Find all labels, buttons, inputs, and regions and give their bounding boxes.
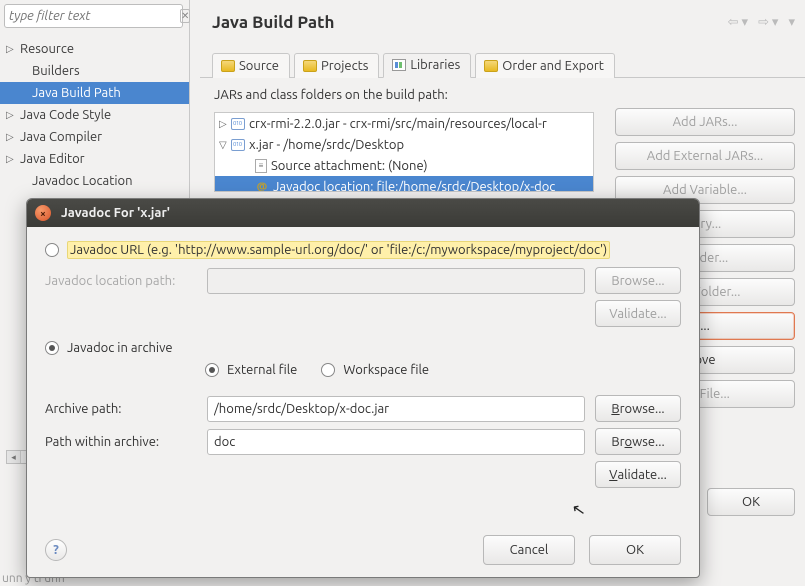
add-external-jars-button[interactable]: Add External JARs...	[615, 142, 795, 170]
close-icon[interactable]: ×	[35, 205, 51, 221]
libraries-subhead: JARs and class folders on the build path…	[200, 78, 805, 108]
lib-row-source-attachment[interactable]: ≡Source attachment: (None)	[215, 155, 593, 176]
tree-item-java-build-path[interactable]: ▷Java Build Path	[0, 82, 189, 104]
browse3-button[interactable]: Browse...	[595, 428, 681, 455]
main-ok-row: OK	[707, 488, 795, 516]
page-header: Java Build Path ⇦ ▾ ⇨ ▾ ▾	[200, 0, 805, 40]
jar-icon	[231, 118, 245, 130]
browse2-button[interactable]: Browse...	[595, 395, 681, 422]
radio-off-icon[interactable]	[45, 243, 59, 257]
projects-icon	[303, 60, 317, 72]
path-within-label: Path within archive:	[45, 435, 197, 449]
javadoc-url-radio-row[interactable]: Javadoc URL (e.g. 'http://www.sample-url…	[45, 241, 681, 259]
location-path-label: Javadoc location path:	[45, 274, 197, 288]
tab-source[interactable]: Source	[212, 53, 290, 78]
workspace-file-radio[interactable]: Workspace file	[321, 363, 429, 377]
add-jars-button[interactable]: Add JARs...	[615, 108, 795, 136]
nav-back-icon[interactable]: ⇦ ▾	[726, 15, 750, 30]
tab-projects[interactable]: Projects	[294, 53, 379, 78]
javadoc-archive-label: Javadoc in archive	[67, 341, 173, 355]
tab-order-export[interactable]: Order and Export	[475, 53, 615, 78]
tree-item-java-compiler[interactable]: ▷Java Compiler	[0, 126, 189, 148]
radio-off-icon[interactable]	[321, 363, 335, 377]
filter-input[interactable]	[9, 9, 180, 23]
dialog-titlebar[interactable]: × Javadoc For 'x.jar'	[27, 199, 699, 227]
archive-path-label: Archive path:	[45, 402, 197, 416]
path-within-input[interactable]	[207, 429, 585, 455]
validate2-button[interactable]: Validate...	[595, 461, 681, 488]
lib-row-xjar[interactable]: ▽x.jar - /home/srdc/Desktop	[215, 134, 593, 155]
document-icon: ≡	[255, 159, 267, 173]
javadoc-icon: @	[255, 180, 269, 193]
validate1-button: Validate...	[595, 300, 681, 327]
page-title: Java Build Path	[212, 13, 726, 32]
help-icon[interactable]: ?	[45, 539, 67, 561]
tree-item-java-code-style[interactable]: ▷Java Code Style	[0, 104, 189, 126]
tab-libraries[interactable]: Libraries	[383, 53, 471, 78]
libraries-tree[interactable]: ▷crx-rmi-2.2.0.jar - crx-rmi/src/main/re…	[214, 112, 594, 192]
location-path-input	[207, 268, 585, 294]
tree-item-javadoc-location[interactable]: ▷Javadoc Location	[0, 170, 189, 192]
dialog-title: Javadoc For 'x.jar'	[61, 206, 170, 220]
archive-path-input[interactable]	[207, 396, 585, 422]
nav-menu-icon[interactable]: ▾	[786, 15, 797, 30]
javadoc-dialog: × Javadoc For 'x.jar' Javadoc URL (e.g. …	[26, 198, 700, 578]
scroll-left-icon[interactable]: ◂	[7, 451, 21, 463]
lib-row-crx-rmi[interactable]: ▷crx-rmi-2.2.0.jar - crx-rmi/src/main/re…	[215, 113, 593, 134]
archive-source-radios: External file Workspace file	[205, 363, 681, 385]
jar-icon	[231, 139, 245, 151]
header-nav-icons: ⇦ ▾ ⇨ ▾ ▾	[726, 15, 797, 30]
category-tree: ▷Resource ▷Builders ▷Java Build Path ▷Ja…	[0, 36, 189, 194]
nav-forward-icon[interactable]: ⇨ ▾	[756, 15, 780, 30]
cancel-button[interactable]: Cancel	[483, 535, 575, 565]
tree-item-builders[interactable]: ▷Builders	[0, 60, 189, 82]
radio-on-icon[interactable]	[45, 341, 59, 355]
tree-item-resource[interactable]: ▷Resource	[0, 38, 189, 60]
main-ok-button[interactable]: OK	[707, 488, 795, 516]
source-icon	[221, 60, 235, 72]
clear-filter-icon[interactable]: ✕	[180, 9, 190, 23]
ok-button[interactable]: OK	[589, 535, 681, 565]
browse1-button: Browse...	[595, 267, 681, 294]
order-export-icon	[484, 60, 498, 72]
dialog-footer: Cancel OK	[483, 535, 681, 565]
dialog-body: Javadoc URL (e.g. 'http://www.sample-url…	[27, 227, 699, 577]
tree-item-java-editor[interactable]: ▷Java Editor	[0, 148, 189, 170]
filter-box[interactable]: ✕	[4, 4, 183, 28]
libraries-icon	[392, 59, 406, 71]
javadoc-archive-radio-row[interactable]: Javadoc in archive	[45, 341, 681, 355]
radio-on-icon[interactable]	[205, 363, 219, 377]
lib-row-javadoc-location[interactable]: @Javadoc location: file:/home/srdc/Deskt…	[215, 176, 593, 192]
javadoc-url-label: Javadoc URL (e.g. 'http://www.sample-url…	[67, 241, 610, 259]
buildpath-tabs: Source Projects Libraries Order and Expo…	[200, 48, 805, 78]
external-file-radio[interactable]: External file	[205, 363, 297, 377]
